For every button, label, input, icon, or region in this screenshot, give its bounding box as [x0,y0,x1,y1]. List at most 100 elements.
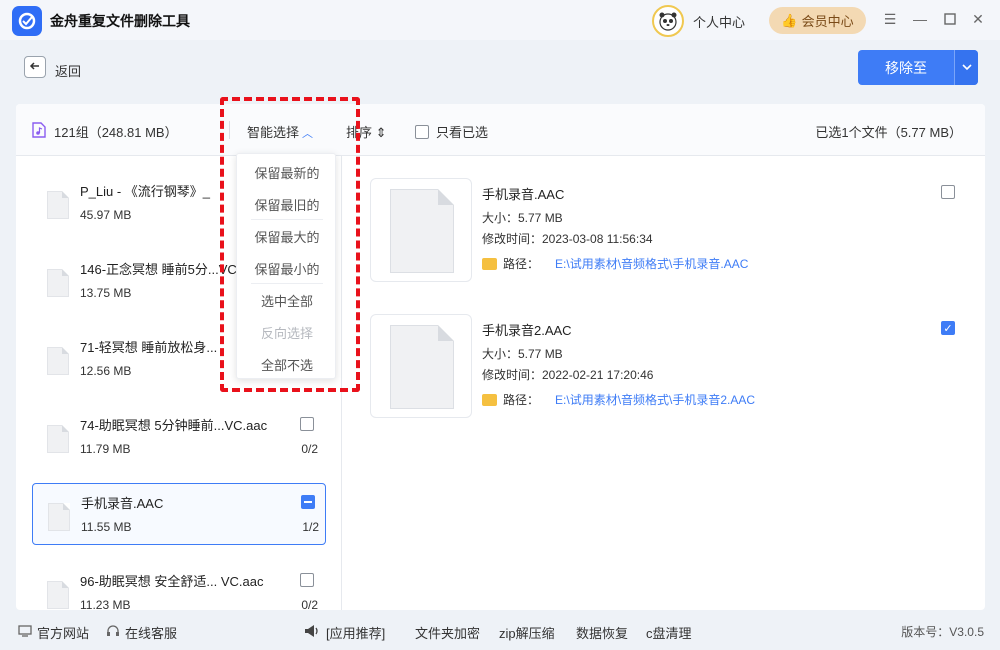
group-name: 74-助眠冥想 5分钟睡前...VC.aac [80,418,268,433]
app-logo-icon [12,6,42,36]
zip-link[interactable]: zip解压缩 [499,623,555,642]
menu-item-keep-smallest[interactable]: 保留最小的 [237,252,337,284]
file-thumbnail-icon [48,503,70,531]
group-size: 11.79 MB [80,442,131,456]
website-link[interactable]: 官方网站 [18,623,89,642]
monitor-icon [18,625,32,640]
file-thumbnail-icon [47,581,69,609]
sort-toggle[interactable]: 排序 ⇕ [346,122,387,141]
file-path-link[interactable]: E:\试用素材\音频格式\手机录音.AAC [555,255,748,272]
smart-select-label[interactable]: 智能选择 [247,125,299,140]
group-size: 11.23 MB [80,598,131,610]
group-size: 45.97 MB [80,208,132,222]
file-thumbnail-icon [47,191,69,219]
file-modified-time: 修改时间：2023-03-08 11:56:34 [482,232,653,246]
personal-center-link[interactable]: 个人中心 [693,12,745,31]
group-name: 96-助眠冥想 安全舒适... VC.aac [80,574,264,589]
recommend-label: [应用推荐] [326,626,386,641]
sort-label[interactable]: 排序 [346,125,372,140]
group-selected-count: 0/2 [301,598,318,610]
file-preview [370,314,472,418]
group-checkbox[interactable] [300,417,314,431]
vip-center-label: 会员中心 [801,14,854,29]
encrypt-link[interactable]: 文件夹加密 [415,623,480,642]
minimize-icon[interactable]: — [911,10,929,28]
path-label: 路径： [503,257,540,271]
group-name: 手机录音.AAC [81,496,164,511]
arrow-left-icon [29,60,41,75]
website-label[interactable]: 官方网站 [37,623,89,642]
support-link[interactable]: 在线客服 [106,623,177,642]
file-thumbnail-icon [47,347,69,375]
only-selected-checkbox[interactable] [415,124,429,139]
only-selected-toggle[interactable]: 只看已选 [415,122,488,141]
smart-select-menu: 保留最新的 保留最旧的 保留最大的 保留最小的 选中全部 反向选择 全部不选 [236,153,336,379]
vip-center-button[interactable]: 👍 会员中心 [769,7,866,34]
main-panel: 121组（248.81 MB） 智能选择 ︿ 排序 ⇕ 只看已选 已选1个文件（5… [16,104,985,610]
menu-item-keep-largest[interactable]: 保留最大的 [237,220,337,252]
megaphone-icon [303,624,321,641]
file-name: 手机录音.AAC [482,187,565,202]
group-selected-count: 0/2 [301,442,318,456]
move-to-label[interactable]: 移除至 [858,50,954,85]
audio-file-icon [32,122,46,141]
group-checkbox[interactable] [301,495,315,509]
group-size: 11.55 MB [81,520,132,534]
recover-link[interactable]: 数据恢复 [576,623,628,642]
headset-icon [106,624,120,641]
smart-select-toggle[interactable]: 智能选择 ︿ [247,122,313,141]
document-icon [390,189,454,273]
file-name: 手机录音2.AAC [482,323,572,338]
move-to-button[interactable]: 移除至 [858,50,978,85]
file-path-row: 路径： E:\试用素材\音频格式\手机录音.AAC [482,255,748,272]
menu-item-keep-newest[interactable]: 保留最新的 [237,156,337,188]
group-size: 12.56 MB [80,364,132,378]
path-label: 路径： [503,393,540,407]
thumbs-up-icon: 👍 [781,12,798,28]
file-modified-time: 修改时间：2022-02-21 17:20:46 [482,368,654,382]
close-icon[interactable]: ✕ [969,10,987,28]
menu-icon[interactable]: ☰ [881,10,899,28]
footer: 官方网站 在线客服 [应用推荐] 文件夹加密 zip解压缩 数据恢复 c盘清理 … [0,612,1000,650]
group-checkbox[interactable] [300,573,314,587]
title-bar: 金舟重复文件删除工具 个人中心 👍 会员中心 ☰ — ✕ [0,0,1000,40]
chevron-up-icon: ︿ [302,128,314,140]
file-card: 手机录音2.AAC 大小：5.77 MB 修改时间：2022-02-21 17:… [370,314,970,420]
recommend-section: [应用推荐] [303,623,385,642]
header-divider [229,121,230,139]
group-selected-count: 1/2 [302,520,319,534]
menu-item-select-all[interactable]: 选中全部 [237,284,337,316]
maximize-icon[interactable] [941,10,959,28]
menu-item-deselect-all[interactable]: 全部不选 [237,348,337,380]
menu-separator [251,219,323,220]
app-title: 金舟重复文件删除工具 [50,13,190,29]
back-label[interactable]: 返回 [55,61,81,80]
clean-link[interactable]: c盘清理 [646,623,692,642]
version-label: 版本号：V3.0.5 [901,625,984,639]
support-label[interactable]: 在线客服 [125,623,177,642]
group-item[interactable]: 74-助眠冥想 5分钟睡前...VC.aac 11.79 MB 0/2 [32,406,326,468]
menu-item-invert-selection: 反向选择 [260,325,313,341]
chevron-down-icon[interactable] [954,50,978,85]
file-thumbnail-icon [47,425,69,453]
group-item[interactable]: 96-助眠冥想 安全舒适... VC.aac 11.23 MB 0/2 [32,562,326,610]
folder-icon [482,257,497,270]
file-card: 手机录音.AAC 大小：5.77 MB 修改时间：2023-03-08 11:5… [370,178,970,284]
only-selected-label[interactable]: 只看已选 [436,122,488,141]
file-size: 大小：5.77 MB [482,347,563,361]
selected-summary: 已选1个文件（5.77 MB） [815,125,962,140]
file-path-link[interactable]: E:\试用素材\音频格式\手机录音2.AAC [555,391,755,408]
group-item-active[interactable]: 手机录音.AAC 11.55 MB 1/2 [32,483,326,545]
group-count: 121组（248.81 MB） [54,125,178,140]
back-button[interactable] [24,56,46,78]
panel-header: 121组（248.81 MB） 智能选择 ︿ 排序 ⇕ 只看已选 已选1个文件（5… [16,104,985,156]
user-avatar[interactable] [652,5,684,37]
file-path-row: 路径： E:\试用素材\音频格式\手机录音2.AAC [482,391,755,408]
file-checkbox[interactable]: ✓ [941,321,955,335]
menu-item-keep-oldest[interactable]: 保留最旧的 [237,188,337,220]
group-size: 13.75 MB [80,286,132,300]
file-checkbox[interactable] [941,185,955,199]
document-icon [390,325,454,409]
file-size: 大小：5.77 MB [482,211,563,225]
sort-arrows-icon: ⇕ [375,125,387,140]
